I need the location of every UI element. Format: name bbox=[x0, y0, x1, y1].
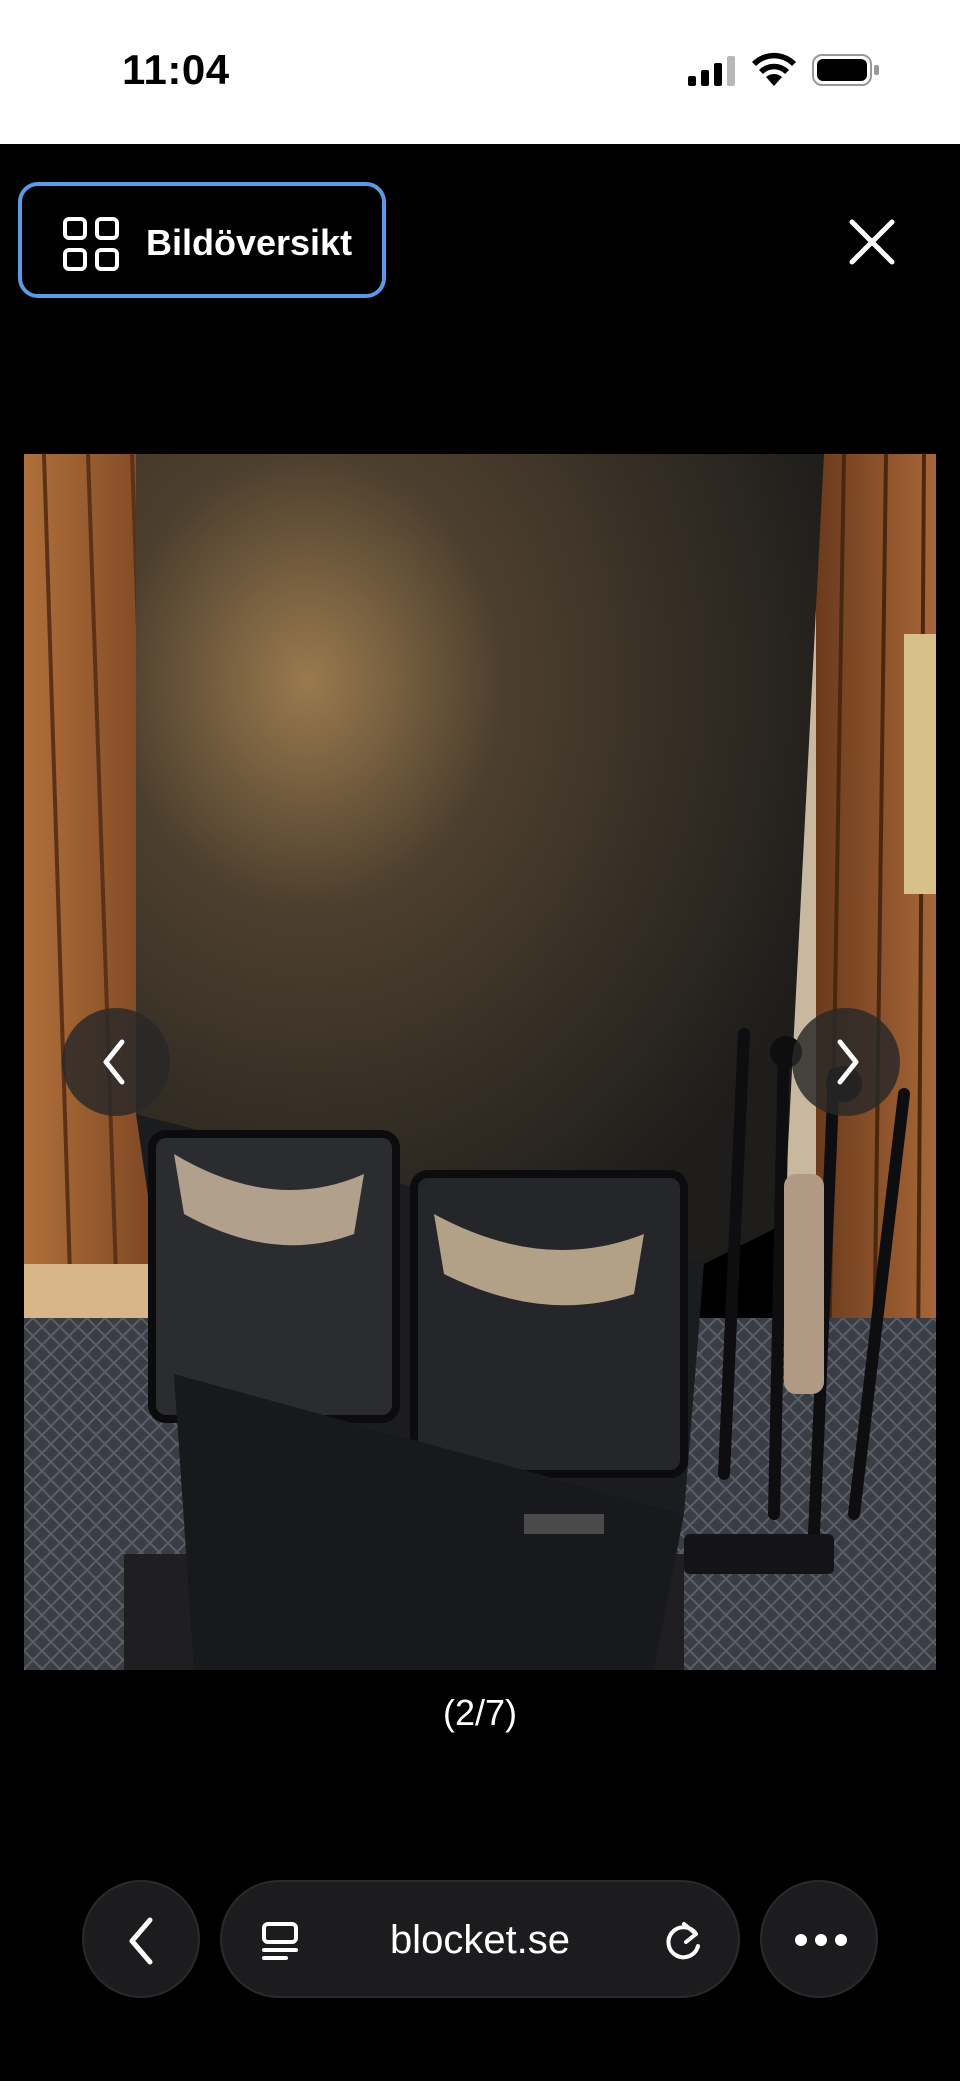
next-image-button[interactable] bbox=[792, 1008, 900, 1116]
image-overview-button[interactable]: Bildöversikt bbox=[18, 182, 386, 298]
signal-icon bbox=[688, 56, 735, 86]
close-icon[interactable] bbox=[846, 216, 898, 268]
chevron-left-icon bbox=[103, 1039, 125, 1085]
address-bar[interactable]: blocket.se bbox=[220, 1880, 740, 1998]
more-icon bbox=[795, 1934, 847, 1946]
image-overview-label: Bildöversikt bbox=[146, 222, 353, 263]
chevron-right-icon bbox=[837, 1039, 859, 1085]
image-counter: (2/7) bbox=[442, 1692, 518, 1733]
battery-icon bbox=[812, 54, 879, 86]
url-text[interactable]: blocket.se bbox=[222, 1918, 738, 1963]
status-time: 11:04 bbox=[122, 46, 230, 93]
browser-back-button[interactable] bbox=[82, 1880, 200, 1998]
more-options-button[interactable] bbox=[760, 1880, 878, 1998]
chevron-left-icon bbox=[129, 1917, 153, 1965]
reload-icon[interactable] bbox=[662, 1918, 706, 1964]
status-bar: 11:04 bbox=[0, 0, 960, 144]
grid-icon bbox=[63, 217, 119, 271]
previous-image-button[interactable] bbox=[62, 1008, 170, 1116]
wifi-icon bbox=[752, 52, 796, 86]
